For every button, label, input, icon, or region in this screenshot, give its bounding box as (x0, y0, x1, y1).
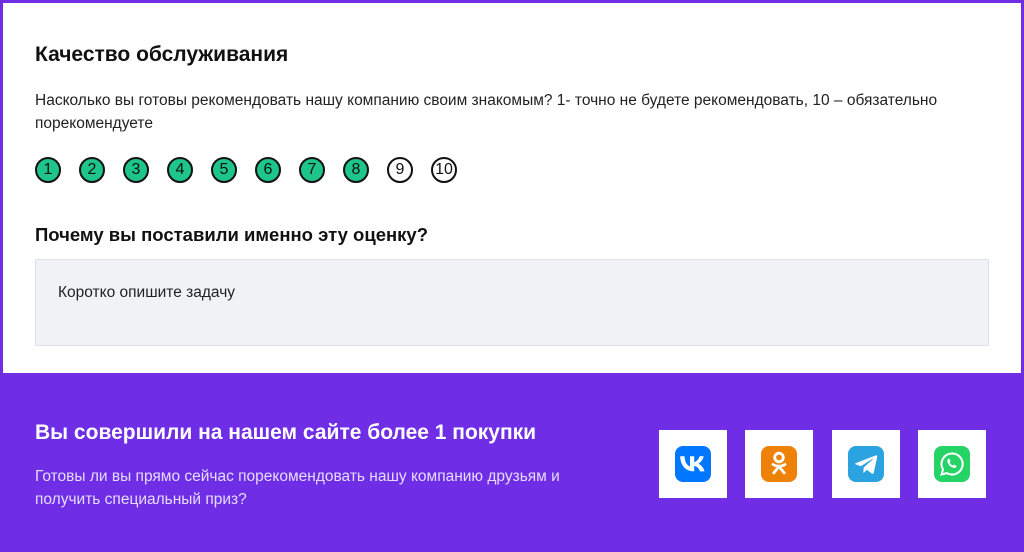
reason-textarea[interactable]: Коротко опишите задачу (35, 259, 989, 346)
rating-option-4[interactable]: 4 (167, 157, 193, 183)
promo-title: Вы совершили на нашем сайте более 1 поку… (35, 421, 537, 444)
vk-icon (675, 446, 711, 482)
rating-option-3[interactable]: 3 (123, 157, 149, 183)
survey-card: Качество обслуживания Насколько вы готов… (3, 3, 1021, 373)
whatsapp-icon (934, 446, 970, 482)
whatsapp-share-button[interactable] (918, 430, 986, 498)
survey-question: Насколько вы готовы рекомендовать нашу к… (35, 92, 938, 132)
rating-option-8[interactable]: 8 (343, 157, 369, 183)
rating-scale: 1 2 3 4 5 6 7 8 9 10 (35, 157, 457, 183)
vk-share-button[interactable] (659, 430, 727, 498)
rating-option-1[interactable]: 1 (35, 157, 61, 183)
rating-option-10[interactable]: 10 (431, 157, 457, 183)
odnoklassniki-icon (761, 446, 797, 482)
reason-label: Почему вы поставили именно эту оценку? (35, 224, 429, 245)
rating-option-7[interactable]: 7 (299, 157, 325, 183)
rating-option-2[interactable]: 2 (79, 157, 105, 183)
survey-title: Качество обслуживания (35, 43, 289, 66)
page-frame: Качество обслуживания Насколько вы готов… (0, 0, 1024, 552)
telegram-icon (848, 446, 884, 482)
telegram-share-button[interactable] (832, 430, 900, 498)
rating-option-5[interactable]: 5 (211, 157, 237, 183)
odnoklassniki-share-button[interactable] (745, 430, 813, 498)
promo-text: Готовы ли вы прямо сейчас порекомендоват… (35, 468, 560, 508)
rating-option-9[interactable]: 9 (387, 157, 413, 183)
rating-option-6[interactable]: 6 (255, 157, 281, 183)
